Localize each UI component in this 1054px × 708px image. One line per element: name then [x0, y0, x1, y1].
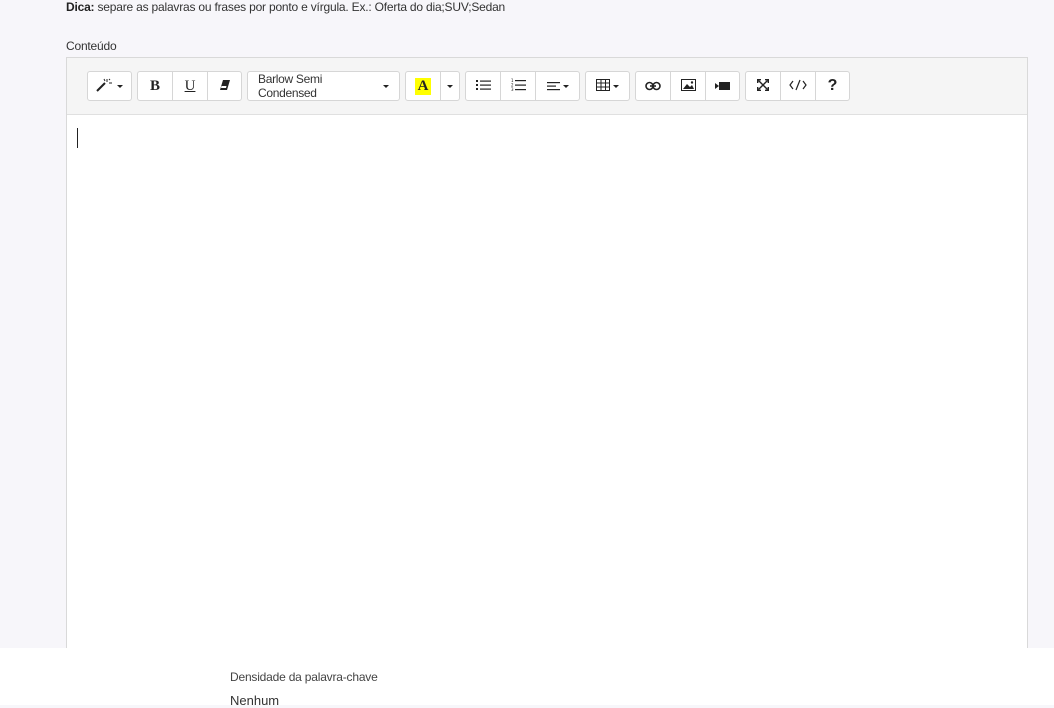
- style-button[interactable]: [88, 72, 131, 100]
- hint-label: Dica:: [66, 0, 95, 14]
- keyword-density-label: Densidade da palavra-chave: [230, 670, 378, 684]
- font-style-group: B U: [137, 71, 242, 101]
- editor-toolbar: B U Barlow Semi Condensed A 1 2 3 ?: [67, 58, 1027, 115]
- image-button[interactable]: [671, 72, 706, 100]
- unordered-list-button[interactable]: [466, 72, 501, 100]
- content-label: Conteúdo: [66, 39, 117, 53]
- keyword-density-value: Nenhum: [230, 693, 280, 708]
- eraser-icon: [219, 79, 231, 94]
- align-icon: [546, 79, 560, 94]
- fullscreen-icon: [756, 78, 770, 94]
- chevron-down-icon: [562, 84, 569, 88]
- unordered-list-icon: [475, 79, 491, 94]
- fullscreen-button[interactable]: [746, 72, 781, 100]
- insert-group: [635, 71, 740, 101]
- chevron-down-icon: [613, 84, 619, 88]
- align-button[interactable]: [536, 72, 579, 100]
- ordered-list-icon: 1 2 3: [511, 78, 526, 94]
- ordered-list-button[interactable]: 1 2 3: [501, 72, 536, 100]
- hint-body: separe as palavras ou frases por ponto e…: [94, 0, 506, 14]
- font-color-icon: A: [414, 77, 432, 95]
- color-group: A: [405, 71, 460, 101]
- rich-text-editor: B U Barlow Semi Condensed A 1 2 3 ?: [66, 57, 1028, 658]
- paragraph-group: 1 2 3: [465, 71, 580, 101]
- style-group: [87, 71, 132, 101]
- underline-icon: U: [184, 77, 196, 94]
- view-group: ?: [745, 71, 850, 101]
- video-icon: [715, 79, 730, 94]
- underline-button[interactable]: U: [173, 72, 208, 100]
- clear-format-button[interactable]: [208, 72, 241, 100]
- help-icon: ?: [827, 77, 838, 94]
- keyword-density-panel: Densidade da palavra-chave Nenhum: [0, 648, 1054, 708]
- table-button[interactable]: [586, 72, 629, 100]
- table-icon: [596, 78, 610, 94]
- bold-icon: B: [149, 77, 160, 94]
- table-group: [585, 71, 630, 101]
- font-name-label: Barlow Semi Condensed: [258, 72, 323, 100]
- chevron-down-icon: [447, 84, 453, 88]
- link-button[interactable]: [636, 72, 671, 100]
- hint-text: Dica: separe as palavras ou frases por p…: [66, 0, 505, 14]
- image-icon: [680, 78, 696, 94]
- code-view-button[interactable]: [781, 72, 816, 100]
- link-icon: [645, 79, 661, 94]
- font-name-dropdown[interactable]: Barlow Semi Condensed: [248, 72, 399, 100]
- video-button[interactable]: [706, 72, 739, 100]
- font-name-group: Barlow Semi Condensed: [247, 71, 400, 101]
- code-view-icon: [789, 79, 807, 94]
- svg-text:3: 3: [511, 87, 514, 91]
- magic-icon: [96, 78, 114, 95]
- editor-content-area[interactable]: [67, 115, 1027, 658]
- chevron-down-icon: [117, 84, 123, 88]
- color-dropdown-button[interactable]: [441, 72, 459, 100]
- chevron-down-icon: [383, 84, 389, 88]
- font-color-button[interactable]: A: [406, 72, 441, 100]
- text-cursor: [77, 128, 78, 148]
- help-button[interactable]: ?: [816, 72, 849, 100]
- bold-button[interactable]: B: [138, 72, 173, 100]
